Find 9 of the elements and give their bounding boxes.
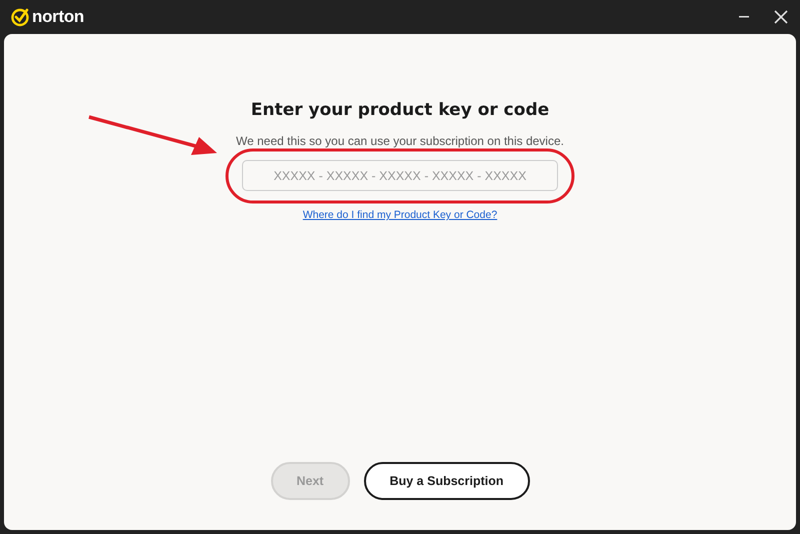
window-title: norton xyxy=(32,7,84,27)
minimize-icon[interactable] xyxy=(738,16,750,18)
close-icon[interactable] xyxy=(774,10,788,24)
check-circle-icon xyxy=(10,7,30,27)
product-key-field[interactable]: XXXXX - XXXXX - XXXXX - XXXXX - XXXXX xyxy=(242,160,558,191)
help-link[interactable]: Where do I find my Product Key or Code? xyxy=(302,209,498,221)
subtitle: We need this so you can use your subscription on this device. xyxy=(236,134,564,148)
buy-button[interactable]: Buy a Subscription xyxy=(364,462,530,500)
heading: Enter your product key or code xyxy=(250,100,550,120)
